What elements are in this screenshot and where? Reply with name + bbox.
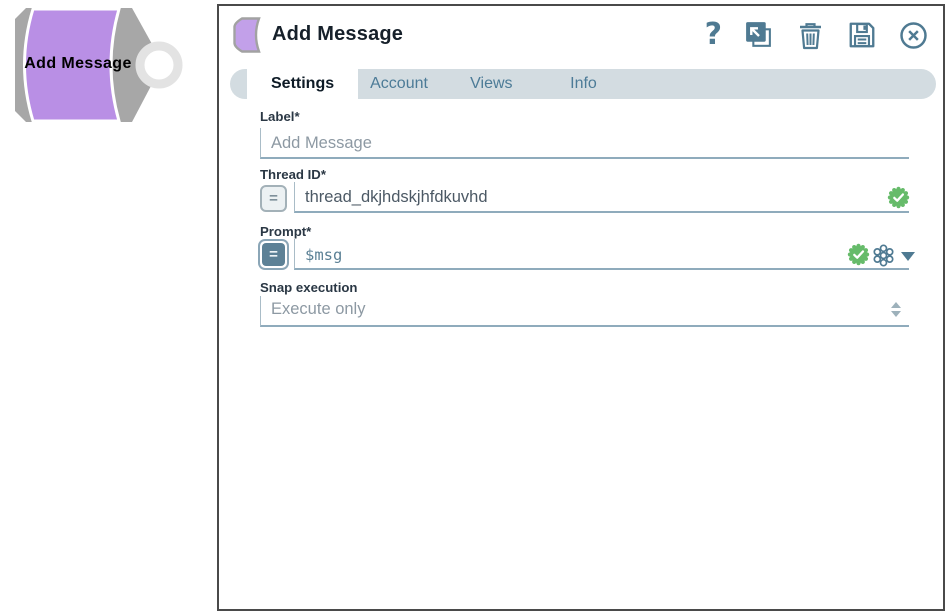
tab-views[interactable]: Views [458,69,558,99]
close-icon[interactable] [898,20,929,51]
snap-label: Add Message [0,55,156,73]
prompt-dropdown-arrow-icon[interactable] [901,252,915,261]
snap-execution-spinner-icon[interactable] [891,302,901,317]
tab-info[interactable]: Info [558,69,658,99]
label-input[interactable] [260,128,909,159]
pipeline-snap-add-message[interactable]: Add Message [0,0,195,140]
spinner-down-icon[interactable] [891,311,901,317]
dialog-title: Add Message [272,23,403,46]
thread-id-expression-toggle[interactable]: = [260,185,287,212]
thread-id-field-label: Thread ID* [260,167,326,182]
snap-execution-field-label: Snap execution [260,280,357,295]
tab-account[interactable]: Account [358,69,458,99]
tab-settings[interactable]: Settings [247,69,358,99]
tab-bar: Settings Account Views Info [230,69,936,99]
header-actions: ? [705,17,929,53]
prompt-field-label: Prompt* [260,224,311,239]
thread-id-input[interactable] [294,182,909,213]
dialog-header: Add Message ? [219,6,943,68]
prompt-input[interactable] [294,239,909,270]
spinner-up-icon[interactable] [891,302,901,308]
snap-settings-dialog: Add Message ? [217,4,945,611]
delete-icon[interactable] [795,20,826,51]
popout-icon[interactable] [743,20,774,51]
prompt-valid-badge-icon [847,243,870,271]
label-field-label: Label* [260,109,300,124]
help-icon[interactable]: ? [705,20,722,50]
snap-execution-select[interactable]: Execute only [260,296,909,327]
snap-icon [232,16,263,59]
thread-id-valid-badge-icon [887,186,910,214]
expression-suggest-icon[interactable] [870,242,897,274]
prompt-expression-toggle[interactable]: = [258,239,289,270]
save-icon[interactable] [847,20,877,50]
